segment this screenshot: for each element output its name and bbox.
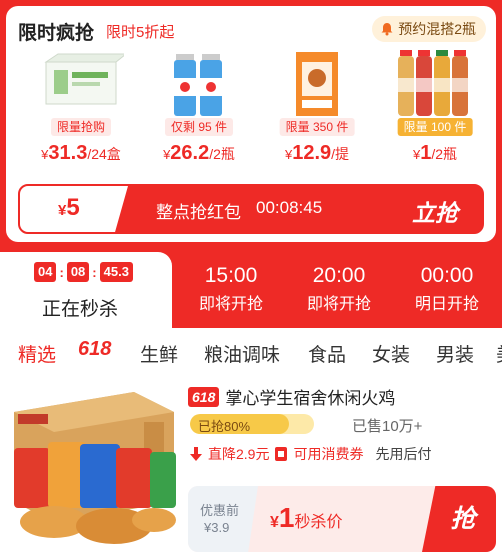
grab-button[interactable]: 立抢 (412, 194, 458, 228)
flash-sale-card: 限时疯抢 限时5折起 预约混搭2瓶 限量抢购 ¥31.3/24盒 仅剩 95 件… (6, 6, 496, 242)
session-status: 明日开抢 (414, 296, 479, 313)
flash-product-price: ¥26.2/2瓶 (163, 142, 235, 164)
reserve-label: 预约混搭2瓶 (398, 21, 476, 37)
original-price: ¥3.9 (204, 520, 230, 535)
milk-box-image (44, 53, 124, 105)
category-more[interactable]: 美 (496, 340, 502, 367)
list-item[interactable]: 618 掌心学生宿舍休闲火鸡 已抢80% 已售10万+ 直降2.9元 可用消费券… (0, 374, 502, 559)
snack-box-image (14, 392, 176, 544)
category-food[interactable]: 食品 (308, 340, 346, 367)
session-current-label: 正在秒杀 (42, 299, 119, 320)
flash-sale-title: 限时疯抢 (18, 23, 95, 44)
flash-sale-header: 限时疯抢 限时5折起 预约混搭2瓶 (18, 16, 486, 44)
voucher-icon (275, 447, 288, 461)
price-drop: 直降2.9元 (208, 446, 270, 462)
category-featured[interactable]: 精选 (18, 340, 56, 367)
countdown-hours: 04 (34, 262, 57, 282)
flash-product-snack[interactable]: 限量 350 件 ¥12.9/提 (262, 48, 372, 172)
category-fresh[interactable]: 生鲜 (140, 340, 178, 367)
voucher-label: 可用消费券 (293, 446, 364, 462)
arrow-down-icon (190, 447, 202, 461)
flash-product-price: ¥31.3/24盒 (41, 142, 121, 164)
category-618[interactable]: 618 (78, 338, 111, 361)
session-time: 00:00 (420, 264, 474, 287)
original-price-label: 优惠前 (200, 503, 240, 518)
countdown-minutes: 08 (66, 262, 90, 282)
flash-product-list: 限量抢购 ¥31.3/24盒 仅剩 95 件 ¥26.2/2瓶 限量 350 件… (26, 48, 488, 172)
bell-icon (381, 23, 393, 36)
category-bar: 精选 618 生鲜 粮油调味 食品 女装 男装 美 (0, 328, 502, 374)
flash-product-price: ¥12.9/提 (284, 142, 350, 164)
category-mens[interactable]: 男装 (436, 340, 474, 367)
flash-product-tea[interactable]: 限量 100 件 ¥1/2瓶 (380, 48, 490, 172)
tea-bottles-image (398, 50, 468, 116)
snack-pack-image (296, 52, 338, 116)
original-price-box (188, 486, 258, 552)
flash-sale-subtitle: 限时5折起 (106, 24, 175, 41)
redpack-label: 整点抢红包 (156, 203, 241, 222)
session-item-0000[interactable]: 00:00 明日开抢 (392, 264, 502, 314)
sale-price: ¥1秒杀价 (270, 502, 343, 533)
session-item-2000[interactable]: 20:00 即将开抢 (284, 264, 394, 314)
session-tabs: 04 : 08 : 45.3 正在秒杀 15:00 即将开抢 20:00 即将开… (0, 252, 502, 328)
session-status: 即将开抢 (306, 296, 371, 313)
flash-product-tag: 仅剩 95 件 (164, 118, 234, 136)
sold-count: 已售10万+ (352, 418, 423, 435)
flash-product-tag: 限量抢购 (50, 118, 112, 136)
flash-product-spray[interactable]: 仅剩 95 件 ¥26.2/2瓶 (144, 48, 254, 172)
flash-product-tag: 限量 350 件 (279, 118, 355, 136)
spray-can-image (174, 54, 222, 116)
sold-progress-label: 已抢80% (198, 419, 251, 434)
reserve-button[interactable]: 预约混搭2瓶 (372, 16, 486, 42)
countdown: 04 : 08 : 45.3 (34, 262, 133, 282)
buy-button[interactable]: 抢 (422, 486, 496, 552)
price-bar[interactable]: 优惠前 ¥3.9 ¥1秒杀价 抢 (188, 486, 496, 552)
sold-progress-bar: 已抢80% (190, 414, 314, 434)
session-time: 15:00 (204, 264, 258, 287)
redpack-timer: 00:08:45 (256, 198, 323, 217)
flash-product-tag: 限量 100 件 (397, 118, 473, 136)
promo-row: 直降2.9元 可用消费券 先用后付 (190, 444, 431, 464)
item-title[interactable]: 掌心学生宿舍休闲火鸡 (225, 384, 395, 409)
flash-product-milk[interactable]: 限量抢购 ¥31.3/24盒 (26, 48, 136, 172)
category-grain-oil[interactable]: 粮油调味 (204, 340, 280, 367)
redpack-amount: ¥5 (58, 194, 80, 221)
session-time: 20:00 (312, 264, 366, 287)
session-current[interactable]: 04 : 08 : 45.3 正在秒杀 (0, 252, 172, 328)
category-womens[interactable]: 女装 (372, 340, 410, 367)
item-title-row: 618 掌心学生宿舍休闲火鸡 (188, 384, 395, 409)
redpack-bar[interactable]: ¥5 整点抢红包 00:08:45 立抢 (18, 184, 484, 234)
badge-618: 618 (188, 386, 220, 407)
flash-product-price: ¥1/2瓶 (412, 142, 458, 164)
session-item-1500[interactable]: 15:00 即将开抢 (176, 264, 286, 314)
countdown-seconds: 45.3 (99, 262, 133, 282)
session-status: 即将开抢 (198, 296, 263, 313)
later-pay-label: 先用后付 (375, 446, 432, 462)
